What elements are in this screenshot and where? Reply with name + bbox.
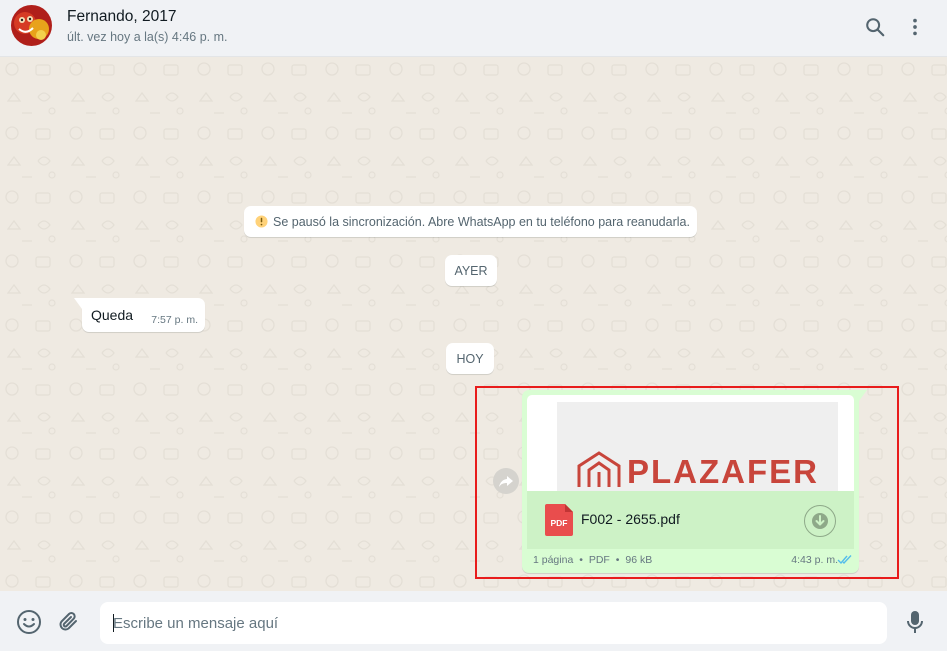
read-receipt-icon: [837, 554, 853, 565]
document-pages: 1 página: [533, 554, 574, 566]
date-separator-ayer: AYER: [445, 255, 497, 286]
brand-name: PLAZAFER: [627, 453, 819, 490]
pdf-badge-text: PDF: [551, 518, 568, 528]
emoji-icon: [16, 609, 42, 635]
forward-button[interactable]: [493, 468, 519, 494]
message-time: 7:57 p. m.: [151, 314, 198, 326]
document-type: PDF: [588, 554, 610, 566]
document-file-row[interactable]: PDF F002 - 2655.pdf: [527, 491, 854, 549]
last-seen-status: últ. vez hoy a la(s) 4:46 p. m.: [67, 30, 228, 44]
message-input-box[interactable]: [100, 602, 887, 644]
pdf-file-icon: PDF: [545, 504, 573, 536]
chat-header: Fernando, 2017 últ. vez hoy a la(s) 4:46…: [0, 0, 947, 57]
sync-paused-notice: Se pausó la sincronización. Abre WhatsAp…: [244, 206, 697, 237]
download-button[interactable]: [804, 505, 836, 537]
forward-icon: [498, 473, 514, 489]
text-caret: [113, 614, 114, 632]
document-preview[interactable]: PLAZAFER: [527, 395, 854, 491]
avatar[interactable]: [11, 5, 52, 46]
outgoing-document-message[interactable]: PLAZAFER PDF F002 - 2655.pdf 1 página • …: [522, 390, 867, 573]
bubble-tail: [74, 298, 82, 309]
sync-paused-text: Se pausó la sincronización. Abre WhatsAp…: [273, 214, 690, 229]
search-icon: [864, 16, 886, 38]
attach-button[interactable]: [55, 608, 83, 636]
emoji-button[interactable]: [15, 608, 43, 636]
menu-icon: [904, 16, 926, 38]
document-file-name[interactable]: F002 - 2655.pdf: [581, 511, 680, 527]
date-separator-hoy: HOY: [446, 343, 494, 374]
message-input[interactable]: [100, 602, 887, 644]
download-icon: [811, 512, 829, 530]
attach-icon: [57, 610, 81, 634]
bubble-tail: [859, 390, 867, 401]
message-text: Queda: [91, 307, 134, 323]
contact-name[interactable]: Fernando, 2017: [67, 8, 176, 26]
meta-separator: •: [615, 554, 620, 566]
incoming-message[interactable]: Queda 7:57 p. m.: [74, 298, 205, 332]
mic-icon: [904, 609, 926, 635]
message-time: 4:43 p. m.: [791, 554, 838, 566]
building-logo-icon: [577, 451, 621, 487]
meta-separator: •: [579, 554, 583, 566]
search-button[interactable]: [861, 13, 889, 41]
mic-button[interactable]: [901, 608, 929, 636]
menu-button[interactable]: [901, 13, 929, 41]
document-size: 96 kB: [625, 554, 653, 566]
warning-icon: [255, 215, 268, 228]
document-meta: 1 página • PDF • 96 kB: [533, 554, 652, 566]
document-brand-logo: PLAZAFER: [577, 450, 819, 488]
message-composer: [0, 591, 947, 651]
chat-area[interactable]: Se pausó la sincronización. Abre WhatsAp…: [0, 57, 947, 591]
